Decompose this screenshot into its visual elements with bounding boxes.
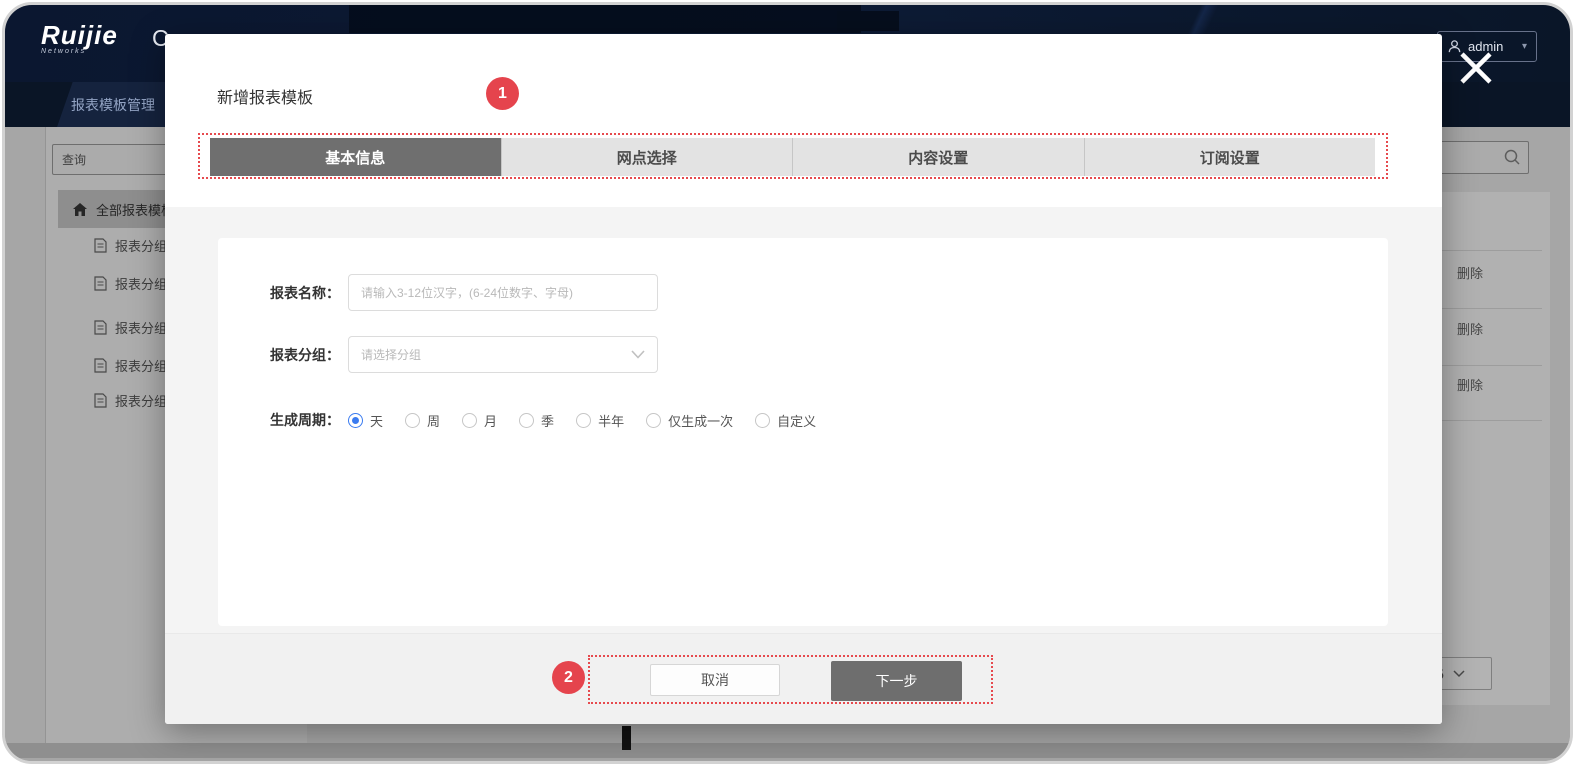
tab-site-selection[interactable]: 网点选择: [501, 138, 793, 176]
radio-icon: [462, 413, 477, 428]
chevron-down-icon: ▾: [1522, 41, 1527, 52]
tab-content-settings[interactable]: 内容设置: [792, 138, 1084, 176]
radio-month[interactable]: 月: [462, 411, 497, 430]
sidebar-item-label: 报表分组: [115, 356, 167, 375]
radio-icon: [348, 413, 363, 428]
annotation-box-tabs: 基本信息 网点选择 内容设置 订阅设置: [198, 133, 1388, 179]
form-row-period: 生成周期： 天 周 月: [248, 410, 838, 430]
report-group-label: 报表分组：: [248, 345, 340, 365]
radio-label: 月: [484, 411, 497, 430]
radio-label: 半年: [598, 411, 624, 430]
sidebar-item-label: 报表分组: [115, 391, 167, 410]
document-icon: [94, 320, 107, 335]
form-row-report-group: 报表分组： 请选择分组: [248, 336, 658, 373]
radio-icon: [576, 413, 591, 428]
radio-once[interactable]: 仅生成一次: [646, 411, 733, 430]
tab-basic-info[interactable]: 基本信息: [210, 138, 501, 176]
close-icon[interactable]: [1458, 50, 1494, 86]
annotation-step-badge-2: 2: [552, 661, 585, 694]
dialog-tab-bar: 基本信息 网点选择 内容设置 订阅设置: [210, 138, 1375, 176]
window-bottom-edge: [5, 743, 1570, 758]
cursor-artifact: [622, 726, 631, 750]
delete-link[interactable]: 删除: [1457, 375, 1483, 394]
header-decoration: [349, 5, 861, 33]
annotation-step-badge-1: 1: [486, 77, 519, 110]
radio-label: 仅生成一次: [668, 411, 733, 430]
document-icon: [94, 276, 107, 291]
screenshot: Ruijie Networks C admin ▾ 报表模板管理: [0, 0, 1575, 766]
radio-icon: [755, 413, 770, 428]
report-group-select[interactable]: 请选择分组: [348, 336, 658, 373]
radio-custom[interactable]: 自定义: [755, 411, 816, 430]
sidebar-item-report-group[interactable]: 报表分组: [94, 273, 167, 293]
search-icon: [1503, 148, 1521, 166]
radio-label: 季: [541, 411, 554, 430]
next-step-button[interactable]: 下一步: [831, 661, 962, 701]
radio-day[interactable]: 天: [348, 411, 383, 430]
tab-subscription-settings[interactable]: 订阅设置: [1084, 138, 1376, 176]
basic-info-form-card: 报表名称： 报表分组： 请选择分组 生成周期：: [218, 238, 1388, 626]
sidebar-item-report-group[interactable]: 报表分组: [94, 390, 167, 410]
radio-icon: [405, 413, 420, 428]
report-name-label: 报表名称：: [248, 283, 340, 303]
radio-label: 天: [370, 411, 383, 430]
sidebar-item-label: 全部报表模板: [96, 200, 174, 219]
add-report-template-dialog: 新增报表模板 1 基本信息 网点选择 内容设置 订阅设置 报表名称：: [165, 34, 1442, 724]
sidebar-item-report-group[interactable]: 报表分组: [94, 355, 167, 375]
sidebar-item-label: 报表分组: [115, 318, 167, 337]
sidebar-item-label: 报表分组: [115, 274, 167, 293]
radio-label: 自定义: [777, 411, 816, 430]
radio-label: 周: [427, 411, 440, 430]
delete-link[interactable]: 删除: [1457, 263, 1483, 282]
radio-week[interactable]: 周: [405, 411, 440, 430]
chevron-down-icon: [1453, 670, 1465, 678]
app-window: Ruijie Networks C admin ▾ 报表模板管理: [2, 2, 1573, 764]
sidebar-item-report-group[interactable]: 报表分组: [94, 235, 167, 255]
home-icon: [73, 203, 87, 216]
brand-logo-text: Ruijie: [41, 20, 118, 51]
nav-tab-report-template[interactable]: 报表模板管理: [57, 82, 169, 127]
sidebar-item-report-group[interactable]: 报表分组: [94, 317, 167, 337]
cancel-button[interactable]: 取消: [650, 664, 780, 696]
document-icon: [94, 393, 107, 408]
brand-logo: Ruijie Networks: [41, 20, 118, 55]
sidebar-item-label: 报表分组: [115, 236, 167, 255]
report-group-placeholder: 请选择分组: [361, 346, 421, 363]
delete-link[interactable]: 删除: [1457, 319, 1483, 338]
period-label: 生成周期：: [248, 410, 340, 430]
form-row-report-name: 报表名称：: [248, 274, 658, 311]
document-icon: [94, 238, 107, 253]
header-decoration: [837, 11, 899, 31]
radio-quarter[interactable]: 季: [519, 411, 554, 430]
document-icon: [94, 358, 107, 373]
chevron-down-icon: [631, 350, 645, 359]
dialog-title: 新增报表模板: [217, 84, 313, 108]
radio-half-year[interactable]: 半年: [576, 411, 624, 430]
report-name-input[interactable]: [348, 274, 658, 311]
radio-icon: [646, 413, 661, 428]
radio-icon: [519, 413, 534, 428]
